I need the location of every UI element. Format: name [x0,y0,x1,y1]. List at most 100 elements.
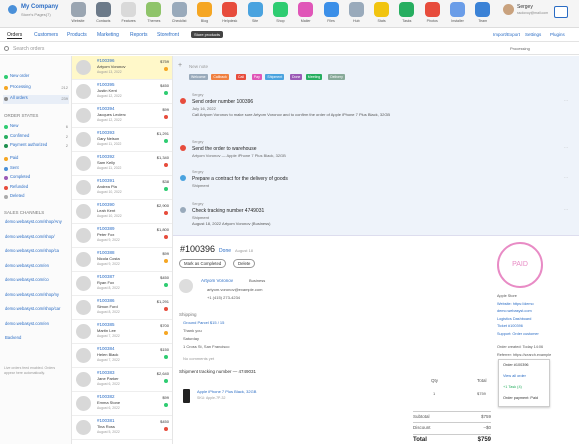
app-shop[interactable]: Shop [268,2,292,23]
tab-storefront[interactable]: Storefront [157,32,179,38]
note-actions-icon[interactable]: ⋯ [564,98,568,103]
note-tag[interactable]: Pay [251,74,262,80]
sidebar-channel[interactable]: demo.webasyst.com/co [3,277,69,289]
order-row[interactable]: #100386 Simon Ford August 8, 2022 $1,291 [72,296,172,320]
sidebar-state-paid[interactable]: Paid [3,155,69,164]
sidebar-state-new[interactable]: New 6 [3,123,69,132]
sidebar-channel[interactable]: demo.webasyst.com/shop/car [3,306,69,318]
note-tag[interactable]: Call [236,74,247,80]
customer-name: Nicola Costa [97,256,120,261]
customer-phone[interactable]: +1 (415) 273-4234 [207,295,240,300]
note-tag[interactable]: Shipment [265,74,285,80]
order-row[interactable]: #100383 Jane Parker August 6, 2022 $2,640 [72,368,172,392]
note-tag[interactable]: Welcome [189,74,208,80]
channel-label: demo.webasyst.com/shop/ny [5,291,59,297]
order-number: #100384 [97,346,115,351]
tab-reports[interactable]: Reports [130,32,148,38]
sidebar-footer: Live orders feed enabled. Orders appear … [4,366,56,375]
order-row[interactable]: #100395 Justin Kent August 12, 2022 $450 [72,80,172,104]
customer-email[interactable]: artyom.voronov@example.com [207,287,262,292]
app-team[interactable]: Team [471,2,495,23]
app-site[interactable]: Site [243,2,267,23]
app-photos[interactable]: Photos [420,2,444,23]
order-row[interactable]: #100396 Artyom Voronov August 13, 2022 $759 [72,56,172,80]
order-row[interactable]: #100391 Andrea Pia August 10, 2022 $38 [72,176,172,200]
customer-name[interactable]: Artyom Voronov [201,278,233,283]
note-tag[interactable]: Callback [211,74,229,80]
sidebar-item-new-order[interactable]: New order [3,73,69,82]
sidebar-channel[interactable]: demo.webasyst.com/shop/ca [3,248,69,260]
order-row[interactable]: #100384 Helen Black August 7, 2022 $150 [72,344,172,368]
sidebar-channel[interactable]: demo.webasyst.com/shop/Any [3,219,69,231]
product-name[interactable]: Apple iPhone 7 Plus Black, 32GB [197,389,256,394]
app-checklist[interactable]: Checklist [167,2,191,23]
delete-button[interactable]: Delete [233,259,256,268]
tab-orders[interactable]: Orders [7,32,23,39]
app-themes[interactable]: Themes [142,2,166,23]
sidebar-channel[interactable]: demo.webasyst.com/shop/ [3,234,69,246]
order-row[interactable]: #100381 Tina Ross August 5, 2022 $450 [72,416,172,440]
sidebar-state-completed[interactable]: Completed [3,174,69,183]
app-features[interactable]: Features [117,2,141,23]
sidebar-item-dot [4,97,8,101]
sidebar-item-dot [4,86,8,90]
sidebar-state-sent[interactable]: Sent [3,165,69,174]
sidebar-channel[interactable]: demo.webasyst.com/en [3,321,69,333]
note-subtext: Artyom Voronov — Apple iPhone 7 Plus Bla… [192,153,286,158]
note-input[interactable]: New note [189,64,208,69]
note-actions-icon[interactable]: ⋯ [564,207,568,212]
collapse-icon[interactable] [554,6,568,18]
app-contacts[interactable]: Contacts [91,2,115,23]
note-actions-icon[interactable]: ⋯ [564,175,568,180]
order-row[interactable]: #100392 Sam Kelly August 11, 2022 $1,340 [72,152,172,176]
tab-import-export[interactable]: Import/Export [493,32,520,37]
customer-name: Jacques Leclerc [97,112,126,117]
app-files[interactable]: Files [319,2,343,23]
status-dot [164,67,168,71]
sidebar-state-refunded[interactable]: Refunded [3,184,69,193]
app-blog[interactable]: Blog [193,2,217,23]
sidebar-item-all-orders[interactable]: All orders 239 [3,95,69,104]
filter-dropdown[interactable]: Processing [510,46,530,51]
note-tag[interactable]: Delivery [328,74,345,80]
tab-plugins[interactable]: Plugins [550,32,565,37]
subtotal-value: $759 [480,414,491,419]
app-helpdesk[interactable]: Helpdesk [218,2,242,23]
tab-settings[interactable]: Settings [525,32,541,37]
app-installer[interactable]: Installer [446,2,470,23]
sidebar-channel[interactable]: demo.webasyst.com/en [3,263,69,275]
mark-completed-button[interactable]: Mark as Completed [179,259,227,268]
sidebar-state-confirmed[interactable]: Confirmed 2 [3,133,69,142]
note-tag[interactable]: Meeting [305,74,323,80]
sidebar-state-payment-authorized[interactable]: Payment authorized 2 [3,142,69,151]
order-row[interactable]: #100385 Martin Lee August 7, 2022 $700 [72,320,172,344]
order-row[interactable]: #100389 Peter Fox August 9, 2022 $1,800 [72,224,172,248]
add-note-icon[interactable]: + [178,62,182,69]
tab-customers[interactable]: Customers [34,32,58,38]
order-row[interactable]: #100387 Ryan Fox August 8, 2022 $450 [72,272,172,296]
tab-products[interactable]: Products [67,32,87,38]
order-date: August 7, 2022 [97,358,120,362]
sidebar-channel[interactable]: Backend [3,335,69,347]
sidebar-item-processing[interactable]: Processing 212 [3,84,69,93]
sidebar-channel[interactable]: demo.webasyst.com/shop/ny [3,292,69,304]
order-row[interactable]: #100382 Emma Stone August 6, 2022 $99 [72,392,172,416]
order-row[interactable]: #100393 Gary Nelson August 11, 2022 $1,291 [72,128,172,152]
note-actions-icon[interactable]: ⋯ [564,145,568,150]
popup-line[interactable]: View all order [503,374,526,378]
order-row[interactable]: #100390 Leah Kent August 10, 2022 $2,900 [72,200,172,224]
customer-name: Andrea Pia [97,184,117,189]
tab-store-products[interactable]: Store products [191,31,224,38]
note-tag[interactable]: Done [290,74,303,80]
order-row[interactable]: #100394 Jacques Leclerc August 12, 2022 $99 [72,104,172,128]
order-row[interactable]: #100388 Nicola Costa August 9, 2022 $99 [72,248,172,272]
app-website[interactable]: Website [66,2,90,23]
app-stats[interactable]: Stats [370,2,394,23]
sidebar-state-deleted[interactable]: Deleted [3,193,69,202]
app-mailer[interactable]: Mailer [294,2,318,23]
app-tasks[interactable]: Tasks [395,2,419,23]
app-hub[interactable]: Hub [344,2,368,23]
tab-marketing[interactable]: Marketing [97,32,119,38]
search-input[interactable]: Search orders [13,46,44,52]
product-image [183,389,190,403]
